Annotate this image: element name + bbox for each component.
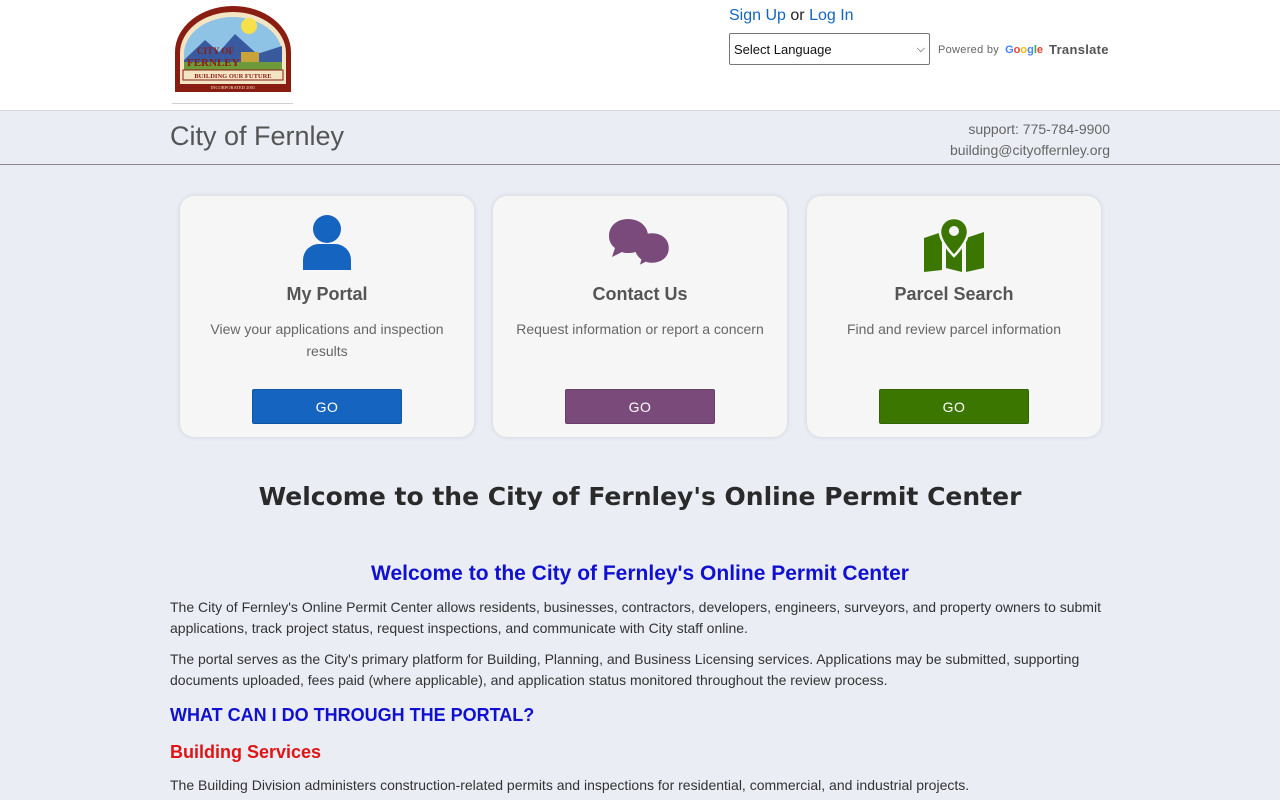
auth-links: Sign Up or Log In [729, 7, 854, 25]
card-contact-us: Contact Us Request information or report… [493, 196, 787, 437]
portal-paragraph: The portal serves as the City's primary … [170, 651, 1080, 688]
language-select-value: Select Language [734, 41, 832, 57]
logo-banner: BUILDING OUR FUTURE [194, 73, 271, 80]
card-description: View your applications and inspection re… [210, 321, 444, 359]
page-title: City of Fernley [170, 121, 345, 151]
google-logo-icon: Google [1005, 43, 1044, 56]
card-title: My Portal [286, 284, 368, 304]
translate-link[interactable]: Translate [1049, 42, 1109, 57]
log-in-link[interactable]: Log In [809, 7, 853, 24]
parcel-search-go-button[interactable]: GO [879, 389, 1029, 424]
map-pin-icon [922, 216, 986, 277]
site-header: CITY OF FERNLEY BUILDING OUR FUTURE INCO… [0, 0, 1280, 110]
card-description: Request information or report a concern [516, 321, 764, 337]
chat-bubbles-icon [608, 218, 672, 273]
sub-heading: Welcome to the City of Fernley's Online … [371, 562, 909, 585]
auth-or-text: or [790, 7, 805, 24]
what-can-i-do-heading: WHAT CAN I DO THROUGH THE PORTAL? [170, 705, 535, 725]
building-services-heading: Building Services [170, 742, 322, 762]
logo-text-top: CITY OF [197, 46, 234, 56]
card-description: Find and review parcel information [847, 321, 1061, 337]
card-parcel-search: Parcel Search Find and review parcel inf… [807, 196, 1101, 437]
card-title: Parcel Search [894, 284, 1014, 304]
support-phone: support: 775-784-9900 [968, 121, 1110, 137]
logo-footer: INCORPORATED 2001 [211, 85, 255, 90]
logo-text-main: FERNLEY [187, 57, 240, 69]
powered-by-google-translate: Powered by Google Translate [938, 42, 1109, 57]
support-email[interactable]: building@cityoffernley.org [950, 140, 1110, 161]
card-my-portal: My Portal View your applications and ins… [180, 196, 474, 437]
user-icon [302, 214, 352, 275]
card-title: Contact Us [592, 284, 688, 304]
sign-up-link[interactable]: Sign Up [729, 7, 786, 24]
chevron-down-icon: ⌵ [916, 42, 925, 55]
support-contact: support: 775-784-9900 building@cityoffer… [950, 119, 1110, 161]
powered-by-label: Powered by [938, 43, 1000, 56]
contact-us-go-button[interactable]: GO [565, 389, 715, 424]
title-bar: City of Fernley support: 775-784-9900 bu… [0, 110, 1280, 165]
language-select[interactable]: Select Language ⌵ [729, 33, 930, 65]
logo-divider [172, 103, 293, 104]
intro-paragraph: The City of Fernley's Online Permit Cent… [170, 599, 1101, 636]
city-logo[interactable]: CITY OF FERNLEY BUILDING OUR FUTURE INCO… [171, 4, 295, 94]
my-portal-go-button[interactable]: GO [252, 389, 402, 424]
building-services-paragraph: The Building Division administers constr… [170, 777, 970, 793]
main-heading: Welcome to the City of Fernley's Online … [258, 482, 1022, 511]
